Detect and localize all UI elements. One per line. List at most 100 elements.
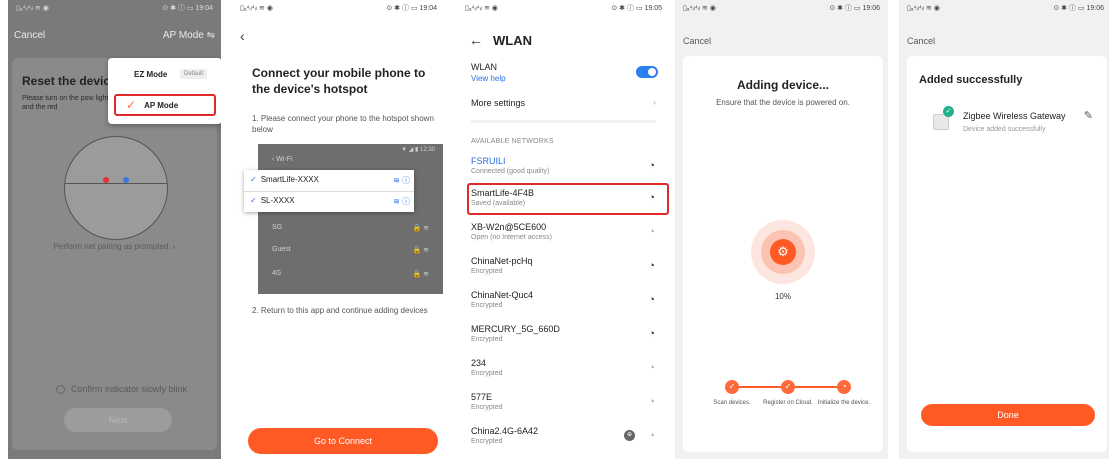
hotspot-name: SmartLife-XXXX xyxy=(260,175,319,184)
step-progress-icon: ◔ xyxy=(837,380,851,394)
wifi-lock-icon: ◔ xyxy=(648,430,655,442)
available-networks-heading: AVAILABLE NETWORKS xyxy=(471,138,554,145)
view-help-link[interactable]: View help xyxy=(471,74,506,83)
device-illustration xyxy=(64,136,168,240)
confirm-checkbox-row[interactable]: Confirm indicator slowly blink xyxy=(56,384,187,394)
back-arrow-icon[interactable]: ← xyxy=(469,32,483,48)
wifi-lock-icon: ◔ xyxy=(648,396,655,408)
default-badge: Default xyxy=(180,69,208,79)
step-label: Scan devices. xyxy=(713,400,751,406)
wifi-lock-icon: ◔ xyxy=(648,260,655,272)
device-band xyxy=(65,183,167,184)
wifi-info-icon: ≋ ⓘ xyxy=(393,197,410,206)
page-title: Adding device... xyxy=(736,78,829,92)
screen-adding-device: ▯ₐ⁴ᵢₗ⁴ᵢₗ ≋ ◉ ⊙ ✱ ⓘ ▭ 19:06 Cancel Adding… xyxy=(675,0,888,459)
status-bar: ▯ₐ⁴ᵢₗ⁴ᵢₗ ≋ ◉ ⊙ ✱ ⓘ ▭ 19:04 xyxy=(8,0,221,16)
network-name: MERCURY_5G_660D xyxy=(471,324,560,334)
wlan-label: WLAN xyxy=(471,62,498,72)
hotspot-item: ✓ SL-XXXX ≋ ⓘ xyxy=(250,196,410,207)
page-title: Connect your mobile phone to the device'… xyxy=(252,66,426,96)
screen-added-successfully: ▯ₐ⁴ᵢₗ⁴ᵢₗ ≋ ◉ ⊙ ✱ ⓘ ▭ 19:06 Cancel Added … xyxy=(899,0,1109,459)
network-item[interactable]: China2.4G-6A42 Encrypted ⊕ ◔ xyxy=(471,426,661,445)
success-check-icon: ✓ xyxy=(943,106,954,117)
status-left: ▯ₐ⁴ᵢₗ⁴ᵢₗ ≋ ◉ xyxy=(683,5,716,12)
network-status: Encrypted xyxy=(471,336,503,343)
check-icon: ✓ xyxy=(250,196,257,205)
status-bar: ▯ₐ⁴ᵢₗ⁴ᵢₗ ≋ ◉ ⊙ ✱ ⓘ ▭ 19:06 xyxy=(899,0,1109,16)
screen-connect-hotspot: ▯ₐ⁴ᵢₗ⁴ᵢₗ ≋ ◉ ⊙ ✱ ⓘ ▭ 19:04 ‹ Connect you… xyxy=(232,0,445,459)
ap-mode-label: AP Mode xyxy=(144,100,179,110)
perform-link[interactable]: Perform net pairing as prompted. › xyxy=(12,242,217,251)
status-right: ⊙ ✱ ⓘ ▭ 19:06 xyxy=(1053,5,1104,12)
hotspot-name: SL-XXXX xyxy=(260,196,295,205)
network-item[interactable]: ChinaNet-Quc4 Encrypted ◔ xyxy=(471,290,661,309)
network-status: Connected (good quality) xyxy=(471,168,550,175)
status-bar: ▯ₐ⁴ᵢₗ⁴ᵢₗ ≋ ◉ ⊙ ✱ ⓘ ▭ 19:06 xyxy=(675,0,888,16)
wifi-lock-icon: ◔ xyxy=(648,362,655,374)
step-label: Register on Cloud. xyxy=(763,400,813,406)
cancel-button[interactable]: Cancel xyxy=(14,30,45,41)
status-bar: ▯ₐ⁴ᵢₗ⁴ᵢₗ ≋ ◉ ⊙ ✱ ⓘ ▭ 19:04 xyxy=(232,0,445,16)
reset-title: Reset the devic xyxy=(22,74,111,88)
success-card: Added successfully ✓ Zigbee Wireless Gat… xyxy=(907,56,1107,452)
mock-status: ▼ ◢ ▮ 12:30 xyxy=(401,147,435,153)
red-indicator-icon xyxy=(103,177,109,183)
cancel-button[interactable]: Cancel xyxy=(683,36,711,46)
network-name: 234 xyxy=(471,358,487,368)
check-icon: ✓ xyxy=(250,175,257,184)
network-name: 577E xyxy=(471,392,493,402)
status-right: ⊙ ✱ ⓘ ▭ 19:06 xyxy=(829,5,880,12)
wifi-lock-icon: ◔ xyxy=(648,294,655,306)
confirm-label: Confirm indicator slowly blink xyxy=(71,384,188,394)
mode-switch-button[interactable]: AP Mode ⇋ xyxy=(163,30,215,41)
wifi-lock-icon: ◔ xyxy=(648,160,655,172)
progress-percent: 10% xyxy=(774,292,791,301)
gear-icon: ⚙ xyxy=(770,239,796,265)
divider xyxy=(244,191,414,192)
mock-row: SG xyxy=(272,224,283,231)
go-to-connect-button[interactable]: Go to Connect xyxy=(248,428,438,454)
network-item[interactable]: ChinaNet-pcHq Encrypted ◔ xyxy=(471,256,661,275)
more-settings-item[interactable]: More settings xyxy=(471,98,525,108)
network-name: XB-W2n@5CE600 xyxy=(471,222,547,232)
wlan-toggle[interactable] xyxy=(636,66,658,78)
network-item[interactable]: MERCURY_5G_660D Encrypted ◔ xyxy=(471,324,661,343)
network-status: Encrypted xyxy=(471,302,503,309)
back-icon[interactable]: ‹ xyxy=(240,28,245,44)
network-name: FSRUILI xyxy=(471,156,506,166)
edit-pencil-icon[interactable]: ✎ xyxy=(1084,109,1093,122)
cancel-button[interactable]: Cancel xyxy=(907,36,935,46)
blue-indicator-icon xyxy=(123,177,129,183)
selected-network-highlight xyxy=(467,183,669,215)
device-status: Device added successfully xyxy=(963,126,1046,133)
network-item[interactable]: 577E Encrypted ◔ xyxy=(471,392,661,411)
menu-item-ap-mode[interactable]: ✓ AP Mode xyxy=(114,94,216,116)
mock-row: Guest xyxy=(272,246,291,253)
wifi-settings-illustration: ▼ ◢ ▮ 12:30 ‹ Wi-Fi SG 🔒 ≋ Guest 🔒 ≋ 4G … xyxy=(258,144,443,294)
step-two-text: 2. Return to this app and continue addin… xyxy=(252,306,428,315)
status-right: ⊙ ✱ ⓘ ▭ 19:05 xyxy=(611,5,662,12)
network-item[interactable]: FSRUILI Connected (good quality) ◔ xyxy=(471,156,661,175)
status-right: ⊙ ✱ ⓘ ▭ 19:04 xyxy=(162,5,213,12)
subtitle: Ensure that the device is powered on. xyxy=(716,98,850,107)
network-item[interactable]: XB-W2n@5CE600 Open (no Internet access) … xyxy=(471,222,661,241)
lock-wifi-icon: 🔒 ≋ xyxy=(412,225,429,232)
menu-item-ez-mode[interactable]: EZ Mode xyxy=(134,70,167,79)
network-name: ChinaNet-Quc4 xyxy=(471,290,534,300)
network-name: ChinaNet-pcHq xyxy=(471,256,533,266)
step-check-icon: ✓ xyxy=(781,380,795,394)
step-one-text: 1. Please connect your phone to the hots… xyxy=(252,114,434,134)
next-button[interactable]: Next xyxy=(64,408,172,432)
network-status: Encrypted xyxy=(471,404,503,411)
lock-wifi-icon: 🔒 ≋ xyxy=(412,271,429,278)
network-item[interactable]: 234 Encrypted ◔ xyxy=(471,358,661,377)
network-status: Open (no Internet access) xyxy=(471,234,552,241)
network-status: Encrypted xyxy=(471,268,503,275)
done-button[interactable]: Done xyxy=(921,404,1095,426)
step-label: Initialize the device. xyxy=(817,400,871,406)
network-status: Encrypted xyxy=(471,370,503,377)
divider xyxy=(471,120,656,123)
radio-icon[interactable] xyxy=(56,384,65,394)
step-check-icon: ✓ xyxy=(725,380,739,394)
status-left: ▯ₐ⁴ᵢₗ⁴ᵢₗ ≋ ◉ xyxy=(16,5,49,12)
